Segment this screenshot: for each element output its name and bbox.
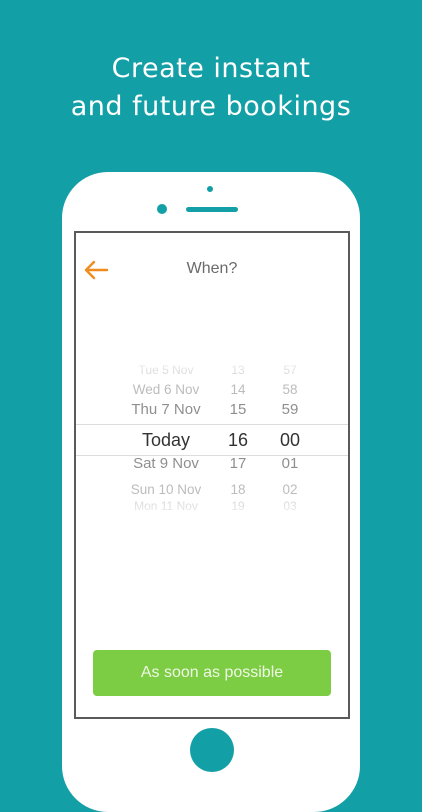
headline-line-1: Create instant: [111, 53, 311, 84]
picker-minute: 01: [281, 455, 299, 472]
picker-day: Thu 7 Nov: [131, 401, 201, 418]
picker-minute: 57: [283, 363, 297, 377]
picker-day: Tue 5 Nov: [138, 363, 194, 377]
page-title: When?: [186, 260, 238, 277]
picker-hour: 13: [231, 363, 245, 377]
picker-minute: 03: [283, 499, 297, 513]
picker-day: Mon 11 Nov: [134, 499, 198, 513]
asap-button[interactable]: As soon as possible: [93, 650, 331, 696]
picker-row[interactable]: Sat 9 Nov 17 01: [76, 451, 348, 477]
picker-row[interactable]: Tue 5 Nov 13 57: [76, 363, 348, 377]
picker-hour: 17: [229, 455, 247, 472]
picker-hour: 15: [229, 401, 247, 418]
picker-row[interactable]: Mon 11 Nov 19 03: [76, 499, 348, 513]
phone-camera: [207, 186, 213, 192]
phone-home-button: [190, 728, 234, 772]
headline: Create instant and future bookings: [0, 50, 422, 126]
picker-row[interactable]: Thu 7 Nov 15 59: [76, 397, 348, 423]
app-screen: When? Tue 5 Nov 13 57 Wed 6 Nov 14 58 Th…: [74, 231, 350, 719]
phone-sensor: [157, 204, 167, 214]
date-time-picker[interactable]: Tue 5 Nov 13 57 Wed 6 Nov 14 58 Thu 7 No…: [76, 353, 348, 523]
headline-line-2: and future bookings: [70, 91, 352, 122]
picker-hour: 19: [231, 499, 245, 513]
picker-minute: 59: [281, 401, 299, 418]
phone-speaker: [186, 207, 238, 212]
picker-day: Sat 9 Nov: [133, 455, 199, 472]
